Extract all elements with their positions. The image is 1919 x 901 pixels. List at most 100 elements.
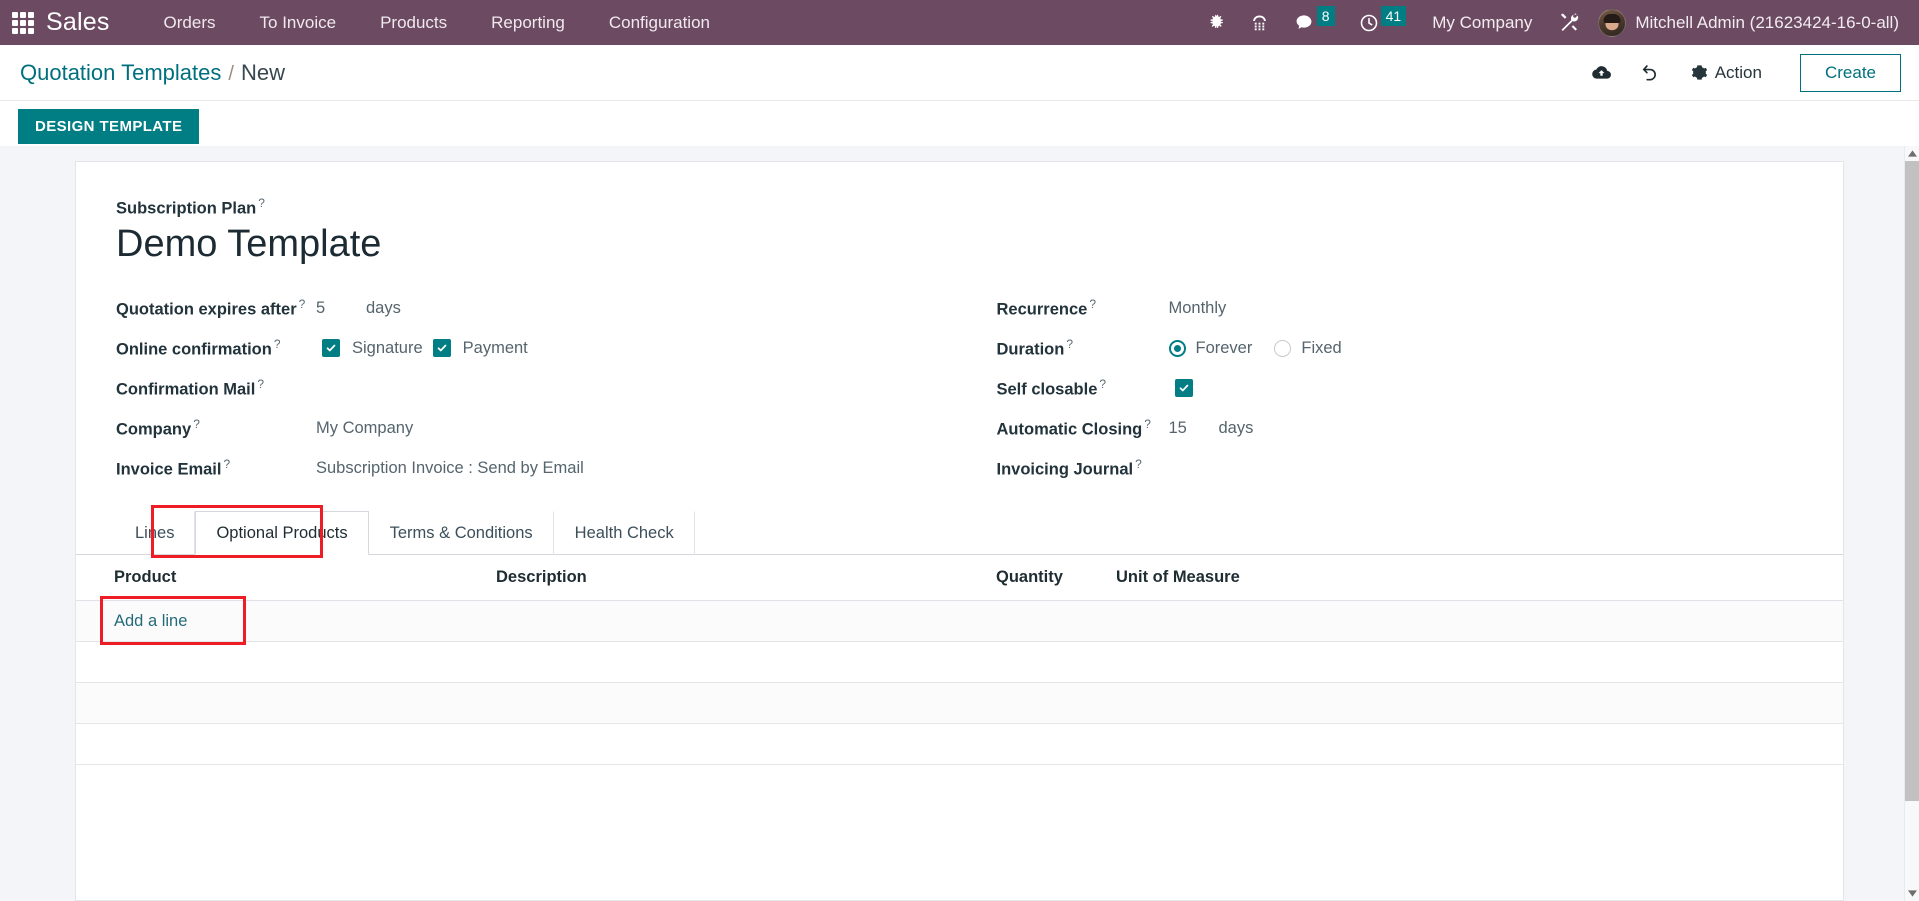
help-tooltip-icon[interactable]: ? xyxy=(1135,457,1142,471)
tools-wrench-icon[interactable] xyxy=(1546,0,1592,45)
recurrence-input[interactable]: Monthly xyxy=(1169,299,1227,318)
help-tooltip-icon[interactable]: ? xyxy=(299,297,306,311)
record-title-block: Subscription Plan? Demo Template xyxy=(116,196,1803,266)
automatic-closing-unit: days xyxy=(1218,418,1254,437)
table-blank-row xyxy=(76,641,1843,684)
messages-counter-badge: 8 xyxy=(1316,5,1335,26)
self-closable-checkbox[interactable] xyxy=(1174,379,1193,398)
breadcrumb: Quotation Templates / New xyxy=(20,60,285,86)
apps-grid-icon[interactable] xyxy=(12,11,34,34)
main-menu: Orders To Invoice Products Reporting Con… xyxy=(142,2,732,44)
help-tooltip-icon[interactable]: ? xyxy=(1066,337,1073,351)
help-tooltip-icon[interactable]: ? xyxy=(1099,377,1106,391)
top-navbar: Sales Orders To Invoice Products Reporti… xyxy=(0,0,1919,45)
form-column-right: Recurrence? Monthly Duration? Forever Fi… xyxy=(960,288,1804,488)
help-tooltip-icon[interactable]: ? xyxy=(274,337,281,351)
payment-label[interactable]: Payment xyxy=(463,339,528,358)
action-menu-button[interactable]: Action xyxy=(1675,57,1778,89)
column-header-unit-of-measure[interactable]: Unit of Measure xyxy=(1116,555,1416,602)
duration-forever-label[interactable]: Forever xyxy=(1196,339,1253,358)
company-switcher[interactable]: My Company xyxy=(1418,13,1546,33)
breadcrumb-current-new: New xyxy=(240,59,285,85)
breadcrumb-separator: / xyxy=(228,62,234,85)
field-company: Company? My Company xyxy=(116,408,960,448)
payment-checkbox[interactable] xyxy=(432,339,451,358)
cloud-upload-icon[interactable] xyxy=(1577,56,1626,89)
breadcrumb-quotation-templates[interactable]: Quotation Templates xyxy=(20,60,221,86)
signature-label[interactable]: Signature xyxy=(352,339,423,358)
automatic-closing-value-group: 15 days xyxy=(1169,419,1254,438)
duration-fixed-radio[interactable] xyxy=(1274,339,1292,357)
add-a-line-link[interactable]: Add a line xyxy=(76,612,187,631)
record-title-input[interactable]: Demo Template xyxy=(116,223,1803,267)
column-header-quantity[interactable]: Quantity xyxy=(996,555,1116,602)
field-confirmation-mail: Confirmation Mail? xyxy=(116,368,960,408)
self-closable-group xyxy=(1169,379,1193,398)
form-column-left: Quotation expires after? 5 days Online c… xyxy=(116,288,960,488)
tab-optional-products[interactable]: Optional Products xyxy=(195,511,369,556)
phone-keypad-icon[interactable] xyxy=(1238,0,1281,45)
column-header-description[interactable]: Description xyxy=(496,555,996,602)
scroll-up-arrow-icon[interactable] xyxy=(1905,146,1919,161)
duration-forever-radio[interactable] xyxy=(1168,339,1186,357)
column-header-blank xyxy=(1416,555,1843,602)
subscription-plan-label: Subscription Plan? xyxy=(116,196,265,218)
user-menu[interactable]: Mitchell Admin (21623424-16-0-all) xyxy=(1592,8,1909,37)
help-tooltip-icon[interactable]: ? xyxy=(223,457,230,471)
help-tooltip-icon[interactable]: ? xyxy=(257,377,264,391)
confirmation-mail-label: Confirmation Mail? xyxy=(116,376,265,399)
menu-item-reporting[interactable]: Reporting xyxy=(469,2,587,44)
action-label: Action xyxy=(1714,62,1762,82)
company-label: Company? xyxy=(116,416,200,439)
gear-icon xyxy=(1691,65,1707,80)
form-columns: Quotation expires after? 5 days Online c… xyxy=(116,288,1803,488)
design-template-button[interactable]: DESIGN TEMPLATE xyxy=(18,109,200,144)
field-automatic-closing: Automatic Closing? 15 days xyxy=(997,408,1804,448)
tab-lines[interactable]: Lines xyxy=(114,511,196,556)
add-a-line-row: Add a line xyxy=(76,596,1843,646)
recurrence-label: Recurrence? xyxy=(996,296,1097,319)
tab-health-check[interactable]: Health Check xyxy=(554,511,695,556)
table-blank-row xyxy=(76,723,1843,766)
invoicing-journal-label: Invoicing Journal? xyxy=(996,456,1142,479)
field-invoicing-journal: Invoicing Journal? xyxy=(997,448,1804,488)
field-invoice-email: Invoice Email? Subscription Invoice : Se… xyxy=(116,448,960,488)
optional-products-table: Product Description Quantity Unit of Mea… xyxy=(76,555,1843,766)
add-a-line-cell: Add a line xyxy=(76,596,1843,646)
column-header-product[interactable]: Product xyxy=(76,555,496,602)
vertical-scrollbar[interactable] xyxy=(1904,146,1919,901)
undo-icon[interactable] xyxy=(1626,56,1675,89)
company-input[interactable]: My Company xyxy=(316,419,413,438)
menu-item-configuration[interactable]: Configuration xyxy=(587,2,732,44)
form-sheet: Subscription Plan? Demo Template Quotati… xyxy=(75,161,1844,901)
scroll-down-arrow-icon[interactable] xyxy=(1905,886,1919,901)
field-online-confirmation: Online confirmation? Signature Payment xyxy=(116,328,960,368)
bug-icon[interactable] xyxy=(1195,0,1238,45)
app-brand-sales[interactable]: Sales xyxy=(46,8,110,37)
control-panel: Quotation Templates / New Action Create … xyxy=(0,45,1919,154)
invoice-email-input[interactable]: Subscription Invoice : Send by Email xyxy=(316,459,584,478)
signature-checkbox[interactable] xyxy=(322,339,340,358)
scrollbar-thumb[interactable] xyxy=(1905,161,1919,801)
content-area: Subscription Plan? Demo Template Quotati… xyxy=(0,146,1904,901)
help-tooltip-icon[interactable]: ? xyxy=(258,196,265,210)
help-tooltip-icon[interactable]: ? xyxy=(1089,297,1096,311)
automatic-closing-input[interactable]: 15 xyxy=(1169,419,1209,438)
quotation-expires-input[interactable]: 5 xyxy=(316,299,356,318)
create-button[interactable]: Create xyxy=(1799,53,1901,92)
menu-item-to-invoice[interactable]: To Invoice xyxy=(238,2,359,44)
menu-item-products[interactable]: Products xyxy=(358,2,469,44)
field-self-closable: Self closable? xyxy=(997,368,1804,408)
activities-clock-icon-button[interactable]: 41 xyxy=(1347,0,1419,45)
duration-fixed-label[interactable]: Fixed xyxy=(1301,339,1341,358)
navbar-right-area: 8 41 My Company Mitchell Admin (21623424… xyxy=(1195,0,1919,45)
quotation-expires-unit: days xyxy=(366,298,401,317)
help-tooltip-icon[interactable]: ? xyxy=(1144,417,1151,431)
messages-icon-button[interactable]: 8 xyxy=(1281,0,1347,45)
menu-item-orders[interactable]: Orders xyxy=(142,2,238,44)
tab-terms-conditions[interactable]: Terms & Conditions xyxy=(369,511,554,556)
control-panel-actions: Action Create xyxy=(1577,53,1901,92)
online-confirmation-label: Online confirmation? xyxy=(116,336,281,359)
table-shaded-row xyxy=(76,682,1843,725)
help-tooltip-icon[interactable]: ? xyxy=(193,417,200,431)
